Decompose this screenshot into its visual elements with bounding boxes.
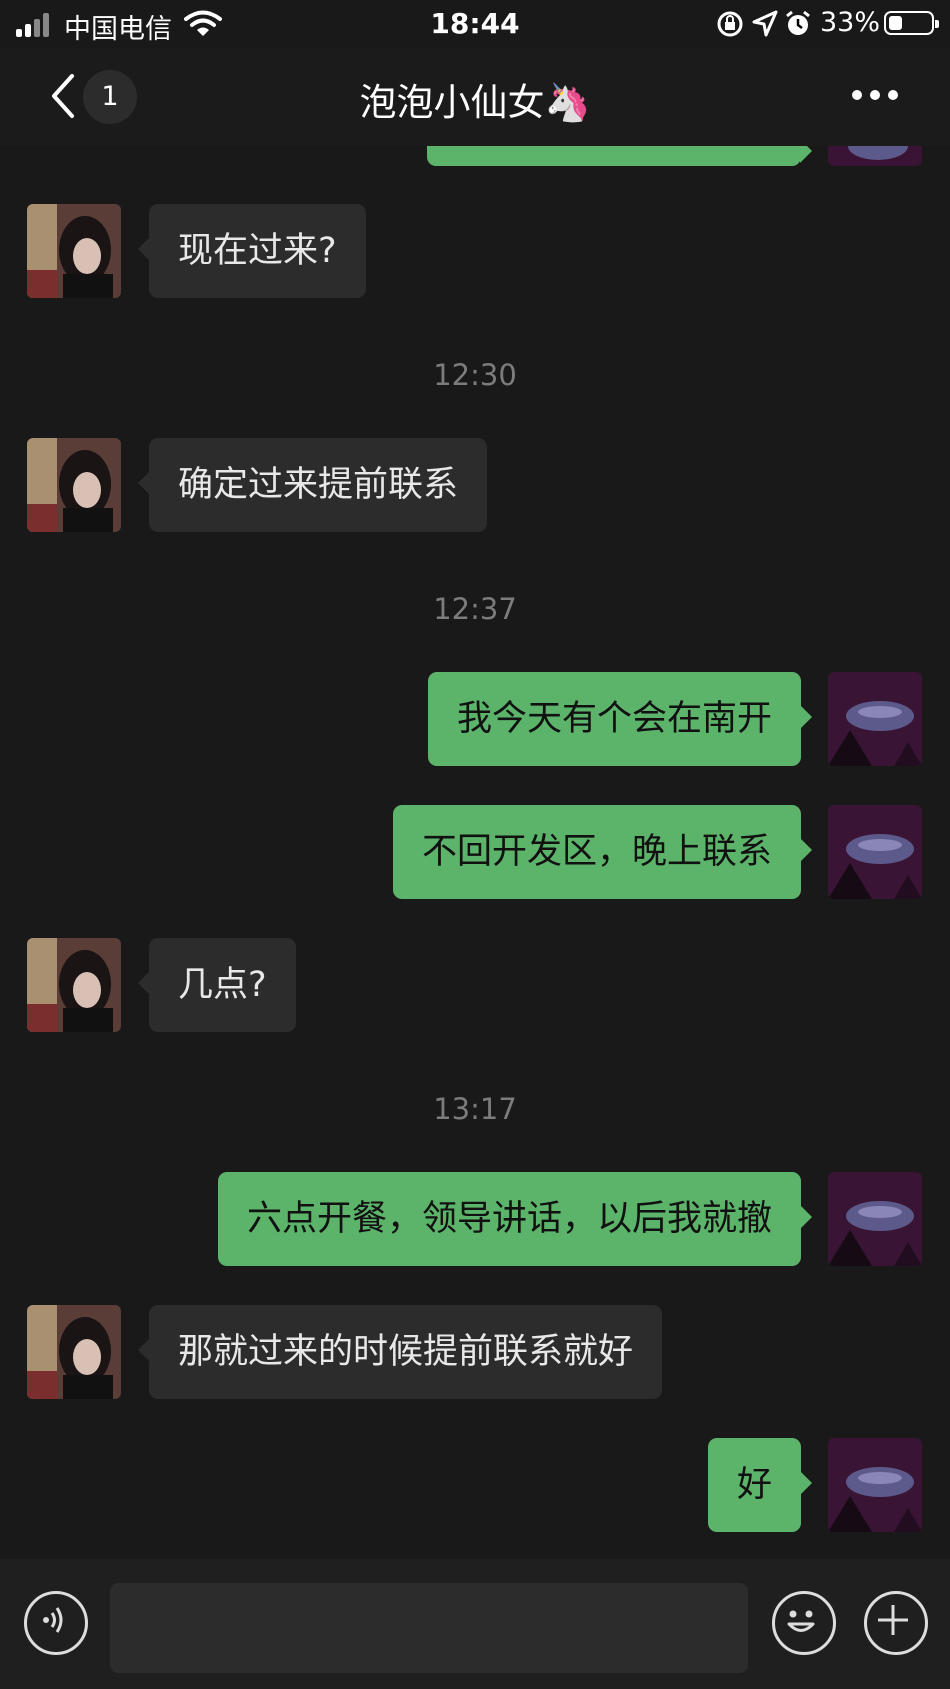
- contact-avatar[interactable]: [27, 938, 121, 1032]
- message-bubble[interactable]: 那就过来的时候提前联系就好: [137, 1305, 663, 1399]
- emoji-icon[interactable]: [772, 1591, 836, 1655]
- message-list[interactable]: 现在过来? 12:30 确定过来提前联系 12:37 我今天有个会在南开不回开发区，晚上…: [0, 146, 950, 1559]
- nav-bar: 1 泡泡小仙女🦄: [0, 48, 950, 146]
- contact-avatar[interactable]: [27, 204, 121, 298]
- message-bubble[interactable]: 好: [708, 1438, 813, 1532]
- my-avatar[interactable]: [828, 805, 922, 899]
- my-avatar[interactable]: [828, 672, 922, 766]
- alarm-icon: [786, 10, 810, 35]
- location-icon: [752, 10, 778, 37]
- message-bubble[interactable]: 确定过来提前联系: [137, 438, 488, 532]
- timestamp: 12:37: [433, 592, 517, 626]
- my-avatar[interactable]: [828, 1172, 922, 1266]
- message-bubble[interactable]: 不回开发区，晚上联系: [393, 805, 813, 899]
- timestamp: 13:17: [433, 1092, 517, 1126]
- battery-percent: 33%: [820, 7, 881, 38]
- message-bubble[interactable]: 几点?: [138, 938, 296, 1032]
- message-bubble-partial: [427, 146, 812, 166]
- status-bar: 中国电信 18:44 33%: [0, 0, 950, 48]
- my-avatar[interactable]: [828, 146, 922, 166]
- battery-icon: [884, 11, 939, 35]
- chat-title: 泡泡小仙女🦄: [359, 81, 591, 124]
- message-bubble[interactable]: 现在过来?: [138, 204, 366, 298]
- timestamp: 12:30: [433, 358, 517, 392]
- voice-icon[interactable]: [24, 1591, 88, 1655]
- message-bubble[interactable]: 我今天有个会在南开: [428, 672, 813, 766]
- message-input[interactable]: [110, 1583, 748, 1673]
- my-avatar[interactable]: [828, 1438, 922, 1532]
- contact-avatar[interactable]: [27, 438, 121, 532]
- message-bubble[interactable]: 六点开餐，领导讲话，以后我就撤: [218, 1172, 813, 1266]
- contact-avatar[interactable]: [27, 1305, 121, 1399]
- plus-icon[interactable]: [864, 1591, 928, 1655]
- rotation-lock-icon: [717, 11, 743, 37]
- input-bar: [0, 1559, 950, 1689]
- more-options-icon[interactable]: [852, 90, 898, 102]
